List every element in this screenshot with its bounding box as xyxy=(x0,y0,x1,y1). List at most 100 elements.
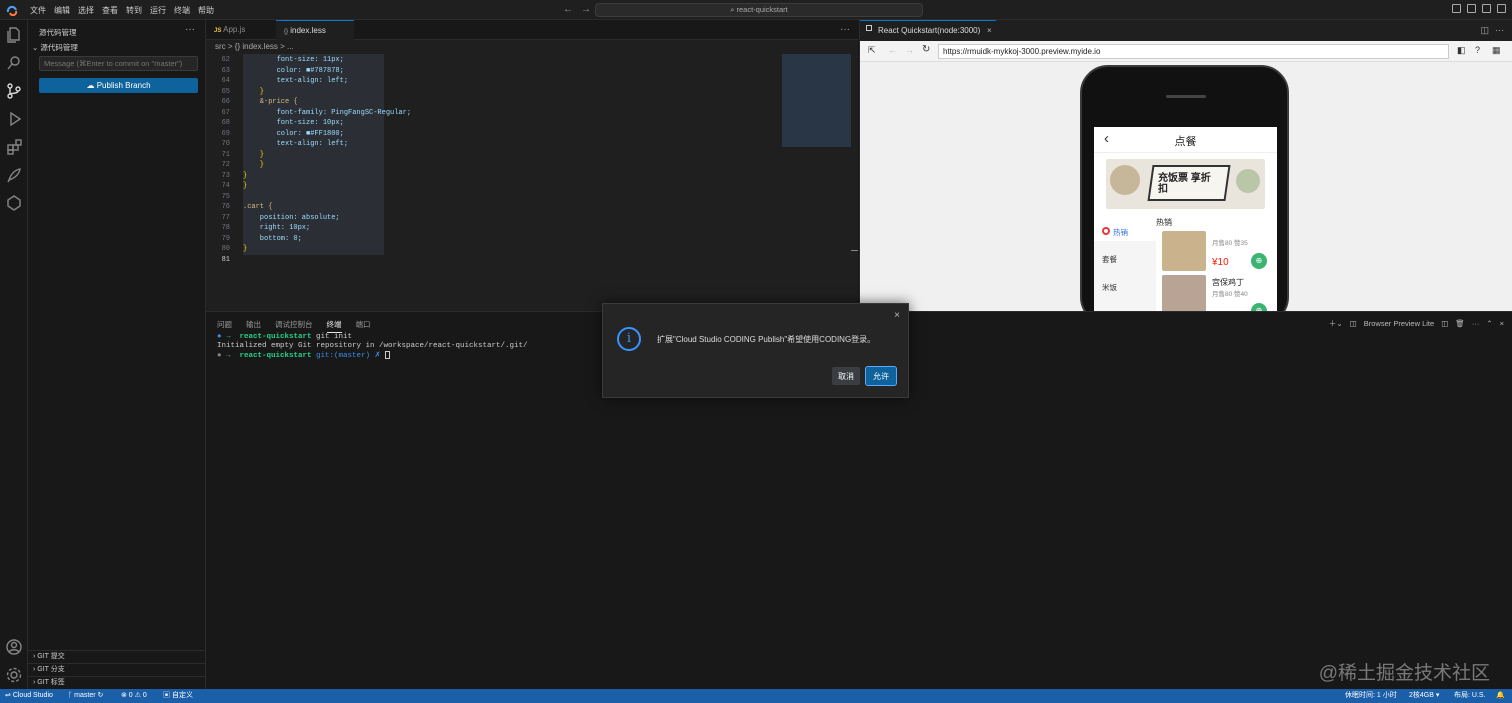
search-icon[interactable] xyxy=(5,54,23,72)
phone-screen: ‹ 点餐 充饭票 享折扣 热销 热销 套餐 米饭 月售80 赞35 ¥10 ⊕ … xyxy=(1094,127,1277,327)
new-terminal-icon[interactable]: ＋⌄ xyxy=(1329,318,1343,329)
terminal-command: git:(master) ✗ xyxy=(311,352,386,360)
sync-icon: ↻ xyxy=(95,692,104,699)
back-icon[interactable]: ← xyxy=(888,45,897,55)
editor-more-actions-icon[interactable]: ··· xyxy=(840,24,850,35)
status-bar: ⇌ Cloud Studio ᚴ master ↻ ⊗ 0 ⚠ 0 ▣ 自定义 … xyxy=(0,689,1512,703)
settings-gear-icon[interactable] xyxy=(5,666,23,684)
keyboard-layout[interactable]: 布局: U.S. xyxy=(1454,689,1486,703)
category-item-rice[interactable]: 米饭 xyxy=(1102,282,1117,293)
tab-terminal[interactable]: 终端 xyxy=(326,319,342,333)
tab-app-js[interactable]: JS App.js xyxy=(206,20,276,40)
preview-tab[interactable]: React Quickstart(node:3000) × xyxy=(860,20,996,40)
more-actions-icon[interactable]: ··· xyxy=(185,24,195,35)
breadcrumb: src > {} index.less > ... xyxy=(206,40,858,54)
promo-banner[interactable]: 充饭票 享折扣 xyxy=(1106,159,1265,209)
menu-selection[interactable]: 选择 xyxy=(78,5,94,16)
close-tab-icon[interactable]: × xyxy=(987,21,992,41)
tab-debug-console[interactable]: 调试控制台 xyxy=(275,319,313,333)
cancel-button[interactable]: 取消 xyxy=(832,367,860,385)
menu-terminal[interactable]: 终端 xyxy=(174,5,190,16)
menu-edit[interactable]: 编辑 xyxy=(54,5,70,16)
line-number: 67 xyxy=(221,108,230,117)
info-icon: i xyxy=(617,327,641,351)
allow-button[interactable]: 允许 xyxy=(865,366,897,386)
customize-indicator[interactable]: ▣ 自定义 xyxy=(163,689,193,703)
code-line: color: ■#FF1800; xyxy=(243,129,344,138)
menu-file[interactable]: 文件 xyxy=(30,5,46,16)
git-section-label: GIT 分支 xyxy=(37,666,65,673)
maximize-panel-icon[interactable]: ⌃ xyxy=(1486,319,1492,328)
sidebar-section-header[interactable]: ⌄ 源代码管理 xyxy=(32,42,78,53)
toggle-secondary-sidebar-icon[interactable] xyxy=(1482,4,1491,13)
publish-branch-button[interactable]: ☁ Publish Branch xyxy=(39,78,198,93)
remote-icon: ⇌ xyxy=(5,692,13,699)
menu-view[interactable]: 查看 xyxy=(102,5,118,16)
preview-tab-label: React Quickstart(node:3000) xyxy=(878,26,981,35)
remote-label: Cloud Studio xyxy=(12,692,53,699)
minimap[interactable] xyxy=(782,54,851,147)
help-icon[interactable]: ? xyxy=(1475,45,1480,55)
tab-ports[interactable]: 端口 xyxy=(356,319,371,333)
trash-icon[interactable]: 🗑 xyxy=(1455,319,1465,328)
sleep-time[interactable]: 休眠时间: 1 小时 xyxy=(1345,689,1397,703)
line-number: 78 xyxy=(221,224,230,232)
back-arrow-icon[interactable]: ← xyxy=(563,4,573,15)
menu-run[interactable]: 运行 xyxy=(150,5,166,16)
split-editor-icon[interactable]: ◫ xyxy=(1480,25,1489,36)
close-panel-icon[interactable]: × xyxy=(1500,319,1504,328)
toggle-panel-icon[interactable] xyxy=(1467,4,1476,13)
customize-layout-icon[interactable] xyxy=(1497,4,1506,13)
line-number: 66 xyxy=(221,98,230,106)
commit-message-input[interactable] xyxy=(39,56,198,71)
forward-arrow-icon[interactable]: → xyxy=(581,4,591,15)
account-icon[interactable] xyxy=(5,638,23,656)
problems-indicator[interactable]: ⊗ 0 ⚠ 0 xyxy=(121,689,147,703)
source-control-icon[interactable] xyxy=(5,82,23,100)
browser-preview-label[interactable]: Browser Preview Lite xyxy=(1364,319,1434,328)
toggle-sidebar-icon[interactable] xyxy=(1452,4,1461,13)
menu-help[interactable]: 帮助 xyxy=(198,5,214,16)
git-branches-section[interactable]: › GIT 分支 xyxy=(28,663,206,676)
git-commits-section[interactable]: › GIT 提交 xyxy=(28,650,206,663)
split-terminal-icon[interactable]: ◫ xyxy=(1441,319,1448,328)
tab-problems[interactable]: 问题 xyxy=(217,319,232,333)
qr-code-icon[interactable]: ▦ xyxy=(1492,45,1501,56)
scroll-marker xyxy=(851,250,858,251)
run-debug-icon[interactable] xyxy=(5,110,23,128)
cart-icon[interactable]: ⊕ xyxy=(1251,253,1267,269)
devtools-icon[interactable]: ◧ xyxy=(1457,45,1466,56)
notifications-icon[interactable]: 🔔 xyxy=(1496,689,1505,703)
close-dialog-icon[interactable]: × xyxy=(894,310,900,321)
menu-goto[interactable]: 转到 xyxy=(126,5,142,16)
nav-arrows: ← → xyxy=(563,4,599,15)
panel-more-icon[interactable]: ··· xyxy=(1472,319,1480,328)
machine-spec[interactable]: 2核4GB ▾ xyxy=(1409,689,1439,703)
git-tags-section[interactable]: › GIT 标签 xyxy=(28,676,206,689)
section-title: 热销 xyxy=(1156,218,1172,227)
reload-icon[interactable]: ↻ xyxy=(922,44,930,55)
coding-icon[interactable] xyxy=(5,194,23,212)
tab-index-less[interactable]: {} index.less xyxy=(276,20,354,40)
remote-indicator[interactable]: ⇌ Cloud Studio xyxy=(5,689,53,703)
line-number: 71 xyxy=(221,150,230,159)
url-input[interactable]: https://rmuidk-mykkoj-3000.preview.myide… xyxy=(938,44,1449,59)
category-item-hot[interactable]: 热销 xyxy=(1094,223,1156,241)
panel-actions: ＋⌄ ◫ Browser Preview Lite ◫ 🗑 ··· ⌃ × xyxy=(1329,318,1504,329)
extensions-icon[interactable] xyxy=(5,138,23,156)
js-file-icon: JS xyxy=(214,28,222,34)
banner-text: 充饭票 享折扣 xyxy=(1158,173,1211,195)
preview-more-icon[interactable]: ··· xyxy=(1495,25,1504,36)
terminal-output: Initialized empty Git repository in /wor… xyxy=(217,342,528,350)
tab-output[interactable]: 输出 xyxy=(246,319,261,333)
branch-indicator[interactable]: ᚴ master ↻ xyxy=(68,689,103,703)
code-editor[interactable]: 62 font-size: 11px; 63 color: ■#787878; 64… xyxy=(206,54,858,311)
terminal-line[interactable]: ● → react-quickstart git:(master) ✗ xyxy=(217,350,391,360)
forward-icon[interactable]: → xyxy=(905,45,914,55)
category-label: 热销 xyxy=(1113,228,1128,237)
explorer-icon[interactable] xyxy=(5,26,23,44)
deploy-rocket-icon[interactable] xyxy=(5,166,23,184)
category-item-set[interactable]: 套餐 xyxy=(1102,254,1117,265)
open-external-icon[interactable]: ⇱ xyxy=(868,45,876,56)
command-center[interactable]: ⌕ react-quickstart xyxy=(595,3,923,17)
